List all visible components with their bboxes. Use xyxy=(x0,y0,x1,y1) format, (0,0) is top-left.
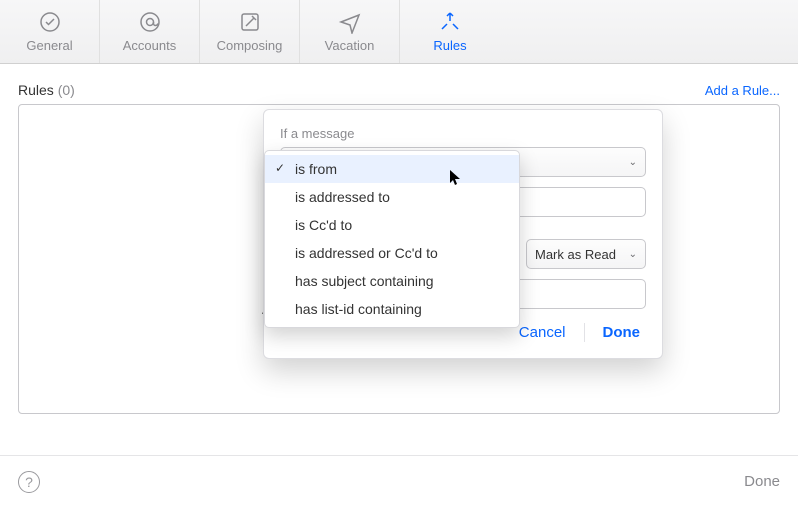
dropdown-option-subject-containing[interactable]: has subject containing xyxy=(265,267,519,295)
at-sign-icon xyxy=(138,10,162,34)
add-rule-popover: If a message ⌄ is from is addressed to i… xyxy=(263,109,663,359)
add-rule-button[interactable]: Add a Rule... xyxy=(705,83,780,98)
dropdown-option-is-addressed-or-ccd[interactable]: is addressed or Cc'd to xyxy=(265,239,519,267)
preferences-toolbar: General Accounts Composing Vacation Rule… xyxy=(0,0,798,64)
compose-icon xyxy=(238,10,262,34)
dropdown-option-is-from[interactable]: is from xyxy=(265,155,519,183)
rules-title-text: Rules xyxy=(18,82,54,98)
rules-arrows-icon xyxy=(438,10,462,34)
chevron-down-icon: ⌄ xyxy=(629,249,637,260)
chevron-down-icon: ⌄ xyxy=(629,157,637,168)
gear-check-icon xyxy=(38,10,62,34)
tab-general[interactable]: General xyxy=(0,0,100,63)
tab-label: Vacation xyxy=(325,38,375,53)
dropdown-option-is-addressed-to[interactable]: is addressed to xyxy=(265,183,519,211)
dropdown-option-list-id[interactable]: has list-id containing xyxy=(265,295,519,323)
tab-label: Accounts xyxy=(123,38,176,53)
tab-rules[interactable]: Rules xyxy=(400,0,500,63)
tab-label: Rules xyxy=(433,38,466,53)
action-dropdown-value: Mark as Read xyxy=(535,247,616,262)
rules-title: Rules (0) xyxy=(18,82,75,98)
tab-label: General xyxy=(26,38,72,53)
tab-vacation[interactable]: Vacation xyxy=(300,0,400,63)
footer-done-button[interactable]: Done xyxy=(744,473,780,490)
divider xyxy=(584,323,585,342)
tab-accounts[interactable]: Accounts xyxy=(100,0,200,63)
tab-label: Composing xyxy=(217,38,283,53)
dropdown-option-is-ccd-to[interactable]: is Cc'd to xyxy=(265,211,519,239)
airplane-icon xyxy=(338,10,362,34)
window-footer: ? Done xyxy=(0,455,798,507)
condition-dropdown[interactable]: ⌄ is from is addressed to is Cc'd to is … xyxy=(280,147,646,177)
cancel-button[interactable]: Cancel xyxy=(513,323,572,342)
help-icon[interactable]: ? xyxy=(18,471,40,493)
action-dropdown[interactable]: Mark as Read ⌄ xyxy=(526,239,646,269)
condition-dropdown-menu: is from is addressed to is Cc'd to is ad… xyxy=(264,150,520,328)
rules-list-box: If a message ⌄ is from is addressed to i… xyxy=(18,104,780,414)
rules-count: (0) xyxy=(58,82,75,98)
rules-panel: Rules (0) Add a Rule... If a message ⌄ i… xyxy=(0,64,798,455)
done-button[interactable]: Done xyxy=(597,323,647,342)
tab-composing[interactable]: Composing xyxy=(200,0,300,63)
condition-label: If a message xyxy=(280,126,646,141)
rules-header: Rules (0) Add a Rule... xyxy=(18,82,780,98)
